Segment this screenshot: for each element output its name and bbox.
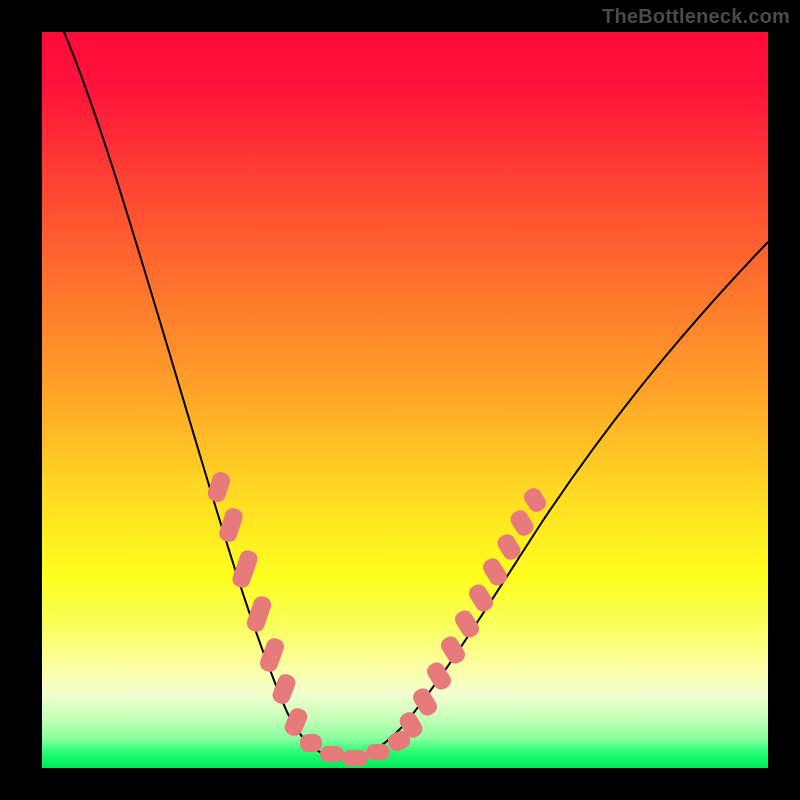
marker-right-4 <box>438 633 468 666</box>
marker-trough-4 <box>366 744 390 760</box>
marker-layer <box>42 32 768 768</box>
marker-right-9 <box>507 507 536 539</box>
marker-left-2 <box>217 506 245 544</box>
marker-right-6 <box>466 581 496 614</box>
marker-left-6 <box>270 672 298 706</box>
watermark-text: TheBottleneck.com <box>602 6 790 29</box>
marker-left-3 <box>230 548 259 590</box>
marker-right-7 <box>480 555 510 588</box>
marker-right-8 <box>494 531 523 563</box>
marker-left-5 <box>258 636 287 674</box>
marker-trough-3 <box>342 750 368 766</box>
chart-frame: TheBottleneck.com <box>0 0 800 800</box>
marker-trough-2 <box>320 746 344 762</box>
marker-left-1 <box>206 470 232 504</box>
marker-right-5 <box>452 607 482 640</box>
marker-left-4 <box>245 594 274 634</box>
marker-right-3 <box>424 659 454 692</box>
plot-area <box>42 32 768 768</box>
marker-trough-1 <box>300 734 322 752</box>
marker-right-10 <box>521 485 549 515</box>
